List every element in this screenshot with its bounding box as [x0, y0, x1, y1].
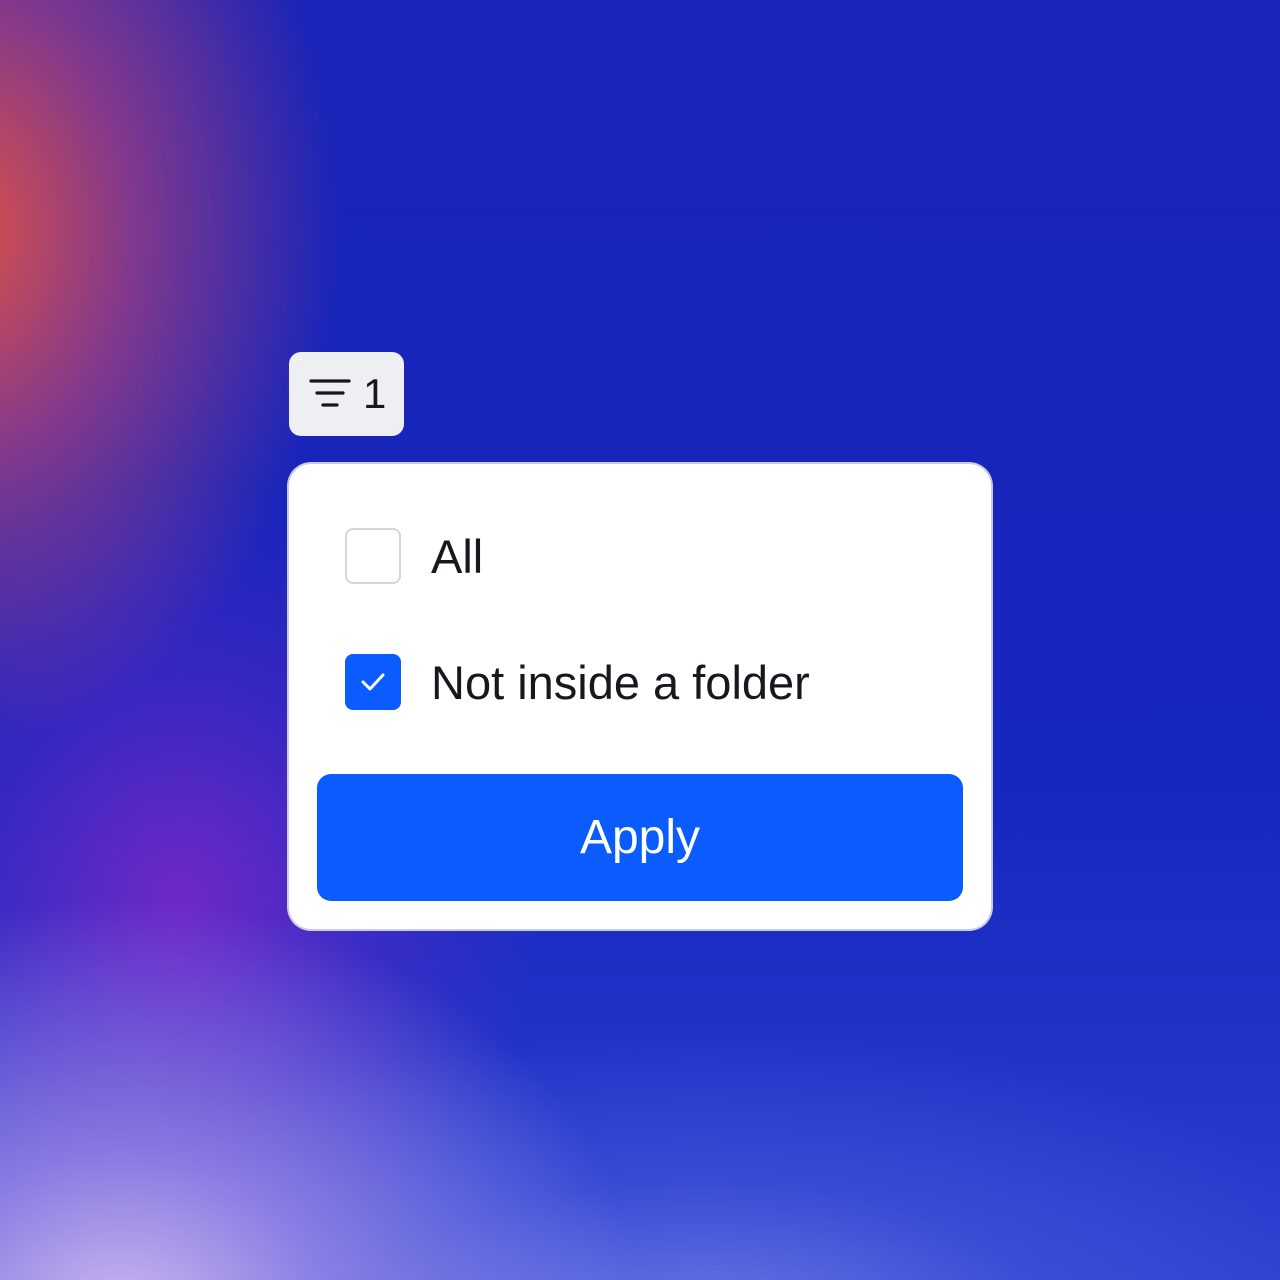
- filter-option-all[interactable]: All: [345, 528, 483, 584]
- checkmark-icon: [361, 673, 385, 691]
- active-filter-count: 1: [363, 370, 387, 417]
- apply-button[interactable]: Apply: [317, 774, 963, 901]
- filter-button[interactable]: 1: [289, 352, 404, 436]
- filter-option-label: All: [431, 529, 484, 583]
- checkbox-not-inside-folder[interactable]: [345, 654, 401, 710]
- filter-dropdown-panel: All Not inside a folder Apply: [289, 464, 991, 929]
- checkbox-all[interactable]: [345, 528, 401, 584]
- filter-option-not-inside-folder[interactable]: Not inside a folder: [345, 654, 810, 710]
- filter-option-label: Not inside a folder: [431, 655, 810, 709]
- filter-icon: [307, 371, 353, 417]
